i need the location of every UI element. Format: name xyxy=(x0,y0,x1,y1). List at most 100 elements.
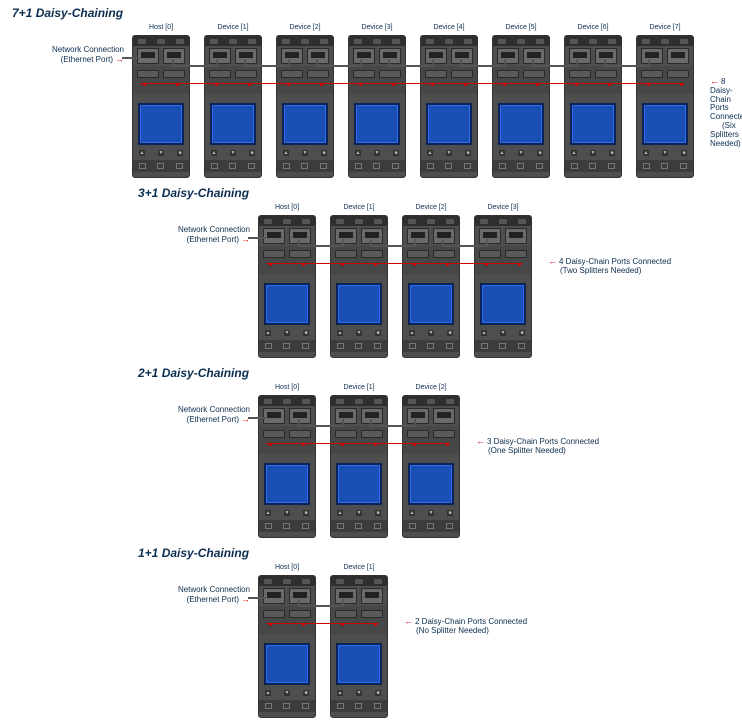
ethernet-port xyxy=(335,588,357,604)
device-nav-row: ▲▼■ xyxy=(493,150,549,158)
device-bottom-strip xyxy=(403,340,459,352)
device-screen xyxy=(336,643,382,685)
device-unit: ▲▼■ xyxy=(258,575,316,718)
device-nav-row: ▲▼■ xyxy=(259,330,315,338)
nav-down-icon: ▼ xyxy=(284,690,290,696)
device-column: Host [0]▲▼■ xyxy=(128,24,194,178)
nav-enter-icon: ■ xyxy=(681,150,687,156)
right-label-line2: (Six Splitters Needed) xyxy=(710,121,741,148)
ethernet-port xyxy=(425,48,447,64)
device-screen-area xyxy=(475,274,531,332)
nav-enter-icon: ■ xyxy=(447,330,453,336)
device-bottom-strip xyxy=(205,160,261,172)
device-top-connectors xyxy=(421,36,477,46)
arrow-left-icon: ← xyxy=(476,436,487,446)
nav-down-icon: ▼ xyxy=(500,330,506,336)
nav-enter-icon: ■ xyxy=(375,330,381,336)
nav-down-icon: ▼ xyxy=(446,150,452,156)
nav-enter-icon: ■ xyxy=(447,510,453,516)
device-row: Host [0]▲▼■Device [1]▲▼■Device [2]▲▼■Dev… xyxy=(128,24,704,178)
device-nav-row: ▲▼■ xyxy=(133,150,189,158)
nav-up-icon: ▲ xyxy=(409,330,415,336)
daisy-chain-section: 7+1 Daisy-ChainingNetwork Connection(Eth… xyxy=(4,6,742,178)
nav-up-icon: ▲ xyxy=(337,330,343,336)
right-label-line1: 4 Daisy-Chain Ports Connected xyxy=(559,257,671,266)
device-label: Device [1] xyxy=(343,564,374,573)
arrow-left-icon: ← xyxy=(404,616,415,626)
device-top-connectors xyxy=(331,396,387,406)
device-screen-area xyxy=(403,274,459,332)
device-screen xyxy=(480,283,526,325)
device-unit: ▲▼■ xyxy=(204,35,262,178)
section-title: 3+1 Daisy-Chaining xyxy=(138,186,742,200)
section-title: 2+1 Daisy-Chaining xyxy=(138,366,742,380)
device-daisy-chain-strip xyxy=(331,426,387,454)
label-line1: Network Connection xyxy=(178,585,250,594)
device-label: Device [3] xyxy=(487,204,518,213)
device-screen xyxy=(354,103,400,145)
arrow-right-icon: → xyxy=(239,594,250,604)
device-daisy-chain-strip xyxy=(205,66,261,94)
label-line1: Network Connection xyxy=(178,225,250,234)
section-row: Network Connection(Ethernet Port)→Host [… xyxy=(4,384,742,538)
device-port-row xyxy=(205,46,261,66)
device-screen xyxy=(642,103,688,145)
device-bottom-strip xyxy=(421,160,477,172)
device-top-connectors xyxy=(259,216,315,226)
daisy-chain-section: 1+1 Daisy-ChainingNetwork Connection(Eth… xyxy=(4,546,742,718)
device-column: Device [6]▲▼■ xyxy=(560,24,626,178)
ethernet-port xyxy=(451,48,473,64)
ethernet-port xyxy=(433,408,455,424)
device-unit: ▲▼■ xyxy=(402,395,460,538)
nav-enter-icon: ■ xyxy=(375,510,381,516)
device-screen-area xyxy=(349,94,405,152)
daisy-chain-section: 3+1 Daisy-ChainingNetwork Connection(Eth… xyxy=(4,186,742,358)
device-unit: ▲▼■ xyxy=(402,215,460,358)
device-port-row xyxy=(259,406,315,426)
nav-up-icon: ▲ xyxy=(211,150,217,156)
ethernet-port xyxy=(289,588,311,604)
device-bottom-strip xyxy=(259,340,315,352)
device-column: Device [4]▲▼■ xyxy=(416,24,482,178)
device-port-row xyxy=(565,46,621,66)
device-screen xyxy=(336,283,382,325)
device-daisy-chain-strip xyxy=(565,66,621,94)
nav-enter-icon: ■ xyxy=(393,150,399,156)
device-nav-row: ▲▼■ xyxy=(331,690,387,698)
device-daisy-chain-strip xyxy=(277,66,333,94)
device-unit: ▲▼■ xyxy=(258,395,316,538)
device-top-connectors xyxy=(637,36,693,46)
nav-down-icon: ▼ xyxy=(356,330,362,336)
daisy-chain-count-label: ←2 Daisy-Chain Ports Connected(No Splitt… xyxy=(404,617,527,636)
arrow-right-icon: → xyxy=(113,54,124,64)
device-nav-row: ▲▼■ xyxy=(349,150,405,158)
device-nav-row: ▲▼■ xyxy=(637,150,693,158)
device-column: Device [3]▲▼■ xyxy=(470,204,536,358)
nav-up-icon: ▲ xyxy=(355,150,361,156)
device-label: Host [0] xyxy=(275,204,299,213)
nav-up-icon: ▲ xyxy=(427,150,433,156)
device-screen-area xyxy=(259,454,315,512)
device-label: Device [2] xyxy=(415,384,446,393)
device-screen-area xyxy=(421,94,477,152)
device-column: Device [1]▲▼■ xyxy=(326,384,392,538)
nav-down-icon: ▼ xyxy=(356,690,362,696)
device-column: Device [2]▲▼■ xyxy=(272,24,338,178)
device-port-row xyxy=(403,226,459,246)
device-port-row xyxy=(277,46,333,66)
device-screen xyxy=(282,103,328,145)
arrow-right-icon: → xyxy=(239,414,250,424)
label-line2: (Ethernet Port) xyxy=(187,415,239,424)
nav-down-icon: ▼ xyxy=(158,150,164,156)
device-top-connectors xyxy=(133,36,189,46)
device-row: Host [0]▲▼■Device [1]▲▼■ xyxy=(254,564,398,718)
ethernet-port xyxy=(307,48,329,64)
device-daisy-chain-strip xyxy=(259,246,315,274)
section-row: Network Connection(Ethernet Port)→Host [… xyxy=(4,24,742,178)
nav-up-icon: ▲ xyxy=(499,150,505,156)
device-nav-row: ▲▼■ xyxy=(403,510,459,518)
ethernet-port xyxy=(641,48,663,64)
ethernet-port xyxy=(353,48,375,64)
nav-down-icon: ▼ xyxy=(590,150,596,156)
device-label: Device [2] xyxy=(289,24,320,33)
